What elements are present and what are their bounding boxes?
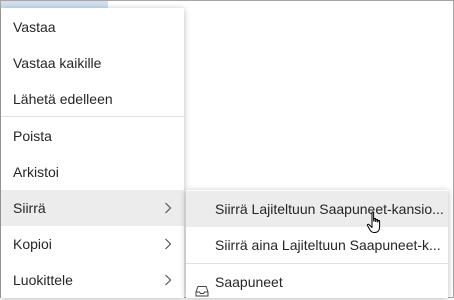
move-submenu: Siirrä Lajiteltuun Saapuneet-kansio... S… [186, 190, 448, 298]
context-menu: Vastaa Vastaa kaikille Lähetä edelleen P… [1, 8, 184, 298]
menu-item-label: Lähetä edelleen [13, 91, 113, 107]
submenu-item-move-to-focused-inbox[interactable]: Siirrä Lajiteltuun Saapuneet-kansio... [186, 191, 448, 227]
menu-item-reply[interactable]: Vastaa [1, 9, 184, 45]
menu-item-label: Siirrä [13, 200, 46, 216]
menu-item-label: Vastaa [13, 19, 56, 35]
menu-item-archive[interactable]: Arkistoi [1, 154, 184, 190]
menu-item-move[interactable]: Siirrä [1, 190, 184, 226]
menu-item-reply-all[interactable]: Vastaa kaikille [1, 45, 184, 81]
submenu-item-label: Saapuneet [215, 274, 283, 290]
inbox-tray-icon [195, 275, 209, 297]
submenu-item-label: Siirrä aina Lajiteltuun Saapuneet-k... [215, 237, 441, 253]
menu-separator [1, 116, 184, 117]
submenu-item-inbox[interactable]: Saapuneet [186, 264, 448, 300]
menu-item-label: Arkistoi [13, 164, 59, 180]
menu-item-copy[interactable]: Kopioi [1, 226, 184, 262]
menu-item-label: Vastaa kaikille [13, 55, 102, 71]
menu-item-categorize[interactable]: Luokittele [1, 262, 184, 298]
menu-item-forward[interactable]: Lähetä edelleen [1, 81, 184, 117]
menu-item-label: Poista [13, 128, 52, 144]
chevron-right-icon [162, 262, 174, 298]
chevron-right-icon [162, 190, 174, 226]
menu-item-delete[interactable]: Poista [1, 118, 184, 154]
hand-pointer-cursor [366, 211, 386, 235]
menu-item-label: Kopioi [13, 236, 52, 252]
submenu-item-label: Siirrä Lajiteltuun Saapuneet-kansio... [215, 201, 444, 217]
menu-item-label: Luokittele [13, 272, 73, 288]
submenu-item-always-move-to-focused-inbox[interactable]: Siirrä aina Lajiteltuun Saapuneet-k... [186, 227, 448, 263]
chevron-right-icon [162, 226, 174, 262]
